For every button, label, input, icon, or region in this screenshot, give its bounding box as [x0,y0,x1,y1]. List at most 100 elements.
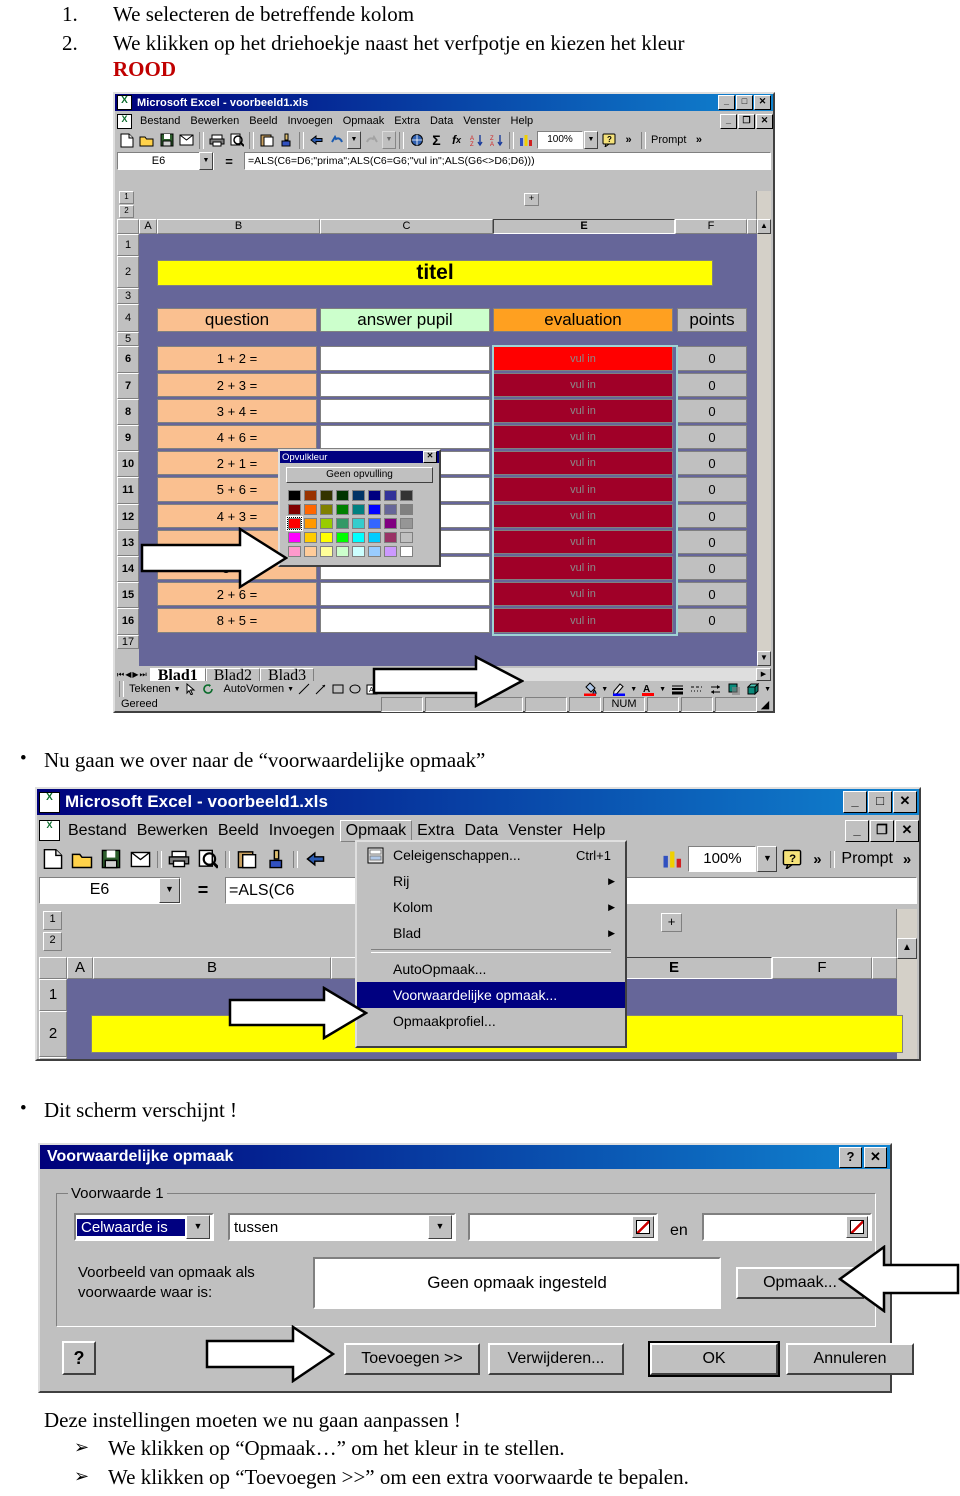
excel2-toolbar-overflow-icon[interactable]: » [807,850,827,869]
menu-option-opmaakprofiel[interactable]: Opmaakprofiel... [357,1008,625,1034]
outline-level-2-button[interactable]: 2 [119,205,134,218]
menu-option-rij[interactable]: Rij ▶ [357,868,625,894]
new-icon[interactable] [117,131,136,150]
excel2-outline-expand-button[interactable]: + [661,913,682,932]
color-swatch-25[interactable] [304,532,317,543]
cell-points-row-6[interactable]: 0 [677,346,747,371]
scroll-right-button[interactable]: ▶ [756,668,771,681]
excel2-row-header-1[interactable]: 1 [39,979,67,1011]
cf-value1-range-picker-icon[interactable] [632,1216,654,1238]
color-swatch-26[interactable] [320,532,333,543]
cell-answer-row-15[interactable] [320,582,490,606]
formula-equals-icon[interactable]: = [216,154,242,169]
excel2-new-icon[interactable] [39,845,67,873]
excel2-format-painter-icon[interactable] [262,845,290,873]
excel2-close-button[interactable]: ✕ [893,791,917,813]
cf-dialog-close-icon[interactable]: ✕ [864,1146,887,1168]
cf-add-button[interactable]: Toevoegen >> [344,1343,480,1375]
color-swatch-17[interactable] [304,518,317,529]
row-header-16[interactable]: 16 [117,608,139,635]
excel2-menu-item-opmaak[interactable]: Opmaak [339,819,413,842]
row-header-7[interactable]: 7 [117,373,139,399]
cell-header-evaluation[interactable]: evaluation [493,308,673,332]
oval-icon[interactable] [348,682,362,696]
line-color-icon[interactable] [611,682,627,696]
function-icon[interactable]: fx [447,131,466,150]
cf-condition-type-select[interactable]: Celwaarde is ▼ [74,1213,214,1241]
font-color-dropdown-icon[interactable]: ▼ [659,686,666,693]
scroll-up-button[interactable]: ▲ [757,219,771,234]
menu-item-venster[interactable]: Venster [458,114,505,128]
color-swatch-28[interactable] [352,532,365,543]
help-icon[interactable]: ? [599,131,618,150]
color-swatch-15[interactable] [400,504,413,515]
color-swatch-23[interactable] [400,518,413,529]
cell-evaluation-row-14[interactable]: vul in [493,556,673,580]
row-header-6[interactable]: 6 [117,346,139,373]
row-header-4[interactable]: 4 [117,304,139,332]
excel2-workbook-close-button[interactable]: ✕ [895,819,919,842]
cell-answer-row-9[interactable] [320,425,490,449]
cell-answer-row-8[interactable] [320,399,490,423]
cell-question-row-6[interactable]: 1 + 2 = [157,346,317,371]
menu-item-data[interactable]: Data [425,114,458,128]
excel2-help-icon[interactable]: ? [778,845,806,873]
cell-question-row-16[interactable]: 8 + 5 = [157,608,317,633]
cell-points-row-7[interactable]: 0 [677,373,747,397]
sheet-tab-blad2[interactable]: Blad2 [205,667,260,683]
cell-header-answer[interactable]: answer pupil [320,308,490,332]
menu-item-opmaak[interactable]: Opmaak [338,114,390,128]
excel2-workbook-minimize-button[interactable]: _ [845,819,869,842]
excel2-row-header-2[interactable]: 2 [39,1011,67,1057]
last-sheet-button[interactable]: ⏭ [140,670,147,680]
resize-grip-icon[interactable]: ◢ [759,698,771,711]
mail-icon[interactable] [177,131,196,150]
close-button[interactable]: ✕ [754,95,771,110]
excel2-maximize-button[interactable]: □ [868,791,892,813]
color-swatch-16[interactable] [287,517,302,530]
scroll-down-button[interactable]: ▼ [757,651,771,666]
row-header-10[interactable]: 10 [117,451,139,477]
no-fill-button[interactable]: Geen opvulling [286,467,433,483]
menu-item-invoegen[interactable]: Invoegen [282,114,337,128]
menu-option-autoopmaak[interactable]: AutoOpmaak... [357,956,625,982]
excel2-open-icon[interactable] [68,845,96,873]
color-swatch-0[interactable] [288,490,301,501]
fill-palette-close-icon[interactable]: ✕ [423,451,437,463]
excel2-workbook-restore-button[interactable]: ❐ [870,819,894,842]
back-arrow-icon[interactable] [307,131,326,150]
save-icon[interactable] [157,131,176,150]
excel2-prompt-label[interactable]: Prompt [838,850,896,868]
paste-icon[interactable] [257,131,276,150]
zoom-dropdown-icon[interactable]: ▼ [584,131,598,149]
outline-expand-button[interactable]: + [524,193,539,206]
cell-evaluation-row-10[interactable]: vul in [493,451,673,475]
color-swatch-37[interactable] [368,546,381,557]
row-header-9[interactable]: 9 [117,425,139,451]
autovormen-dropdown-icon[interactable]: ▼ [287,686,294,693]
cell-answer-row-7[interactable] [320,373,490,397]
cell-evaluation-row-7[interactable]: vul in [493,373,673,397]
cell-evaluation-row-8[interactable]: vul in [493,399,673,423]
excel2-back-arrow-icon[interactable] [301,845,329,873]
format-painter-icon[interactable] [277,131,296,150]
print-icon[interactable] [207,131,226,150]
color-swatch-7[interactable] [400,490,413,501]
column-header-a[interactable]: A [139,219,157,234]
excel2-menu-item-bestand[interactable]: Bestand [63,821,132,841]
line-icon[interactable] [297,682,311,696]
cell-points-row-14[interactable]: 0 [677,556,747,580]
chart-wizard-icon[interactable] [517,131,536,150]
menu-option-celeigenschappen[interactable]: Celeigenschappen... Ctrl+1 [357,842,625,868]
excel2-paste-icon[interactable] [233,845,261,873]
cell-question-row-7[interactable]: 2 + 3 = [157,373,317,397]
redo-dropdown-icon[interactable]: ▼ [382,131,396,149]
cell-evaluation-row-16[interactable]: vul in [493,608,673,633]
name-box-dropdown-icon[interactable]: ▼ [199,152,213,170]
minimize-button[interactable]: _ [718,95,735,110]
vertical-scrollbar[interactable]: ▲ ▼ [756,191,771,666]
excel2-name-box-dropdown-icon[interactable]: ▼ [159,877,180,903]
cell-evaluation-row-12[interactable]: vul in [493,504,673,528]
excel2-select-all-corner[interactable] [39,957,67,979]
select-objects-icon[interactable] [184,682,198,696]
